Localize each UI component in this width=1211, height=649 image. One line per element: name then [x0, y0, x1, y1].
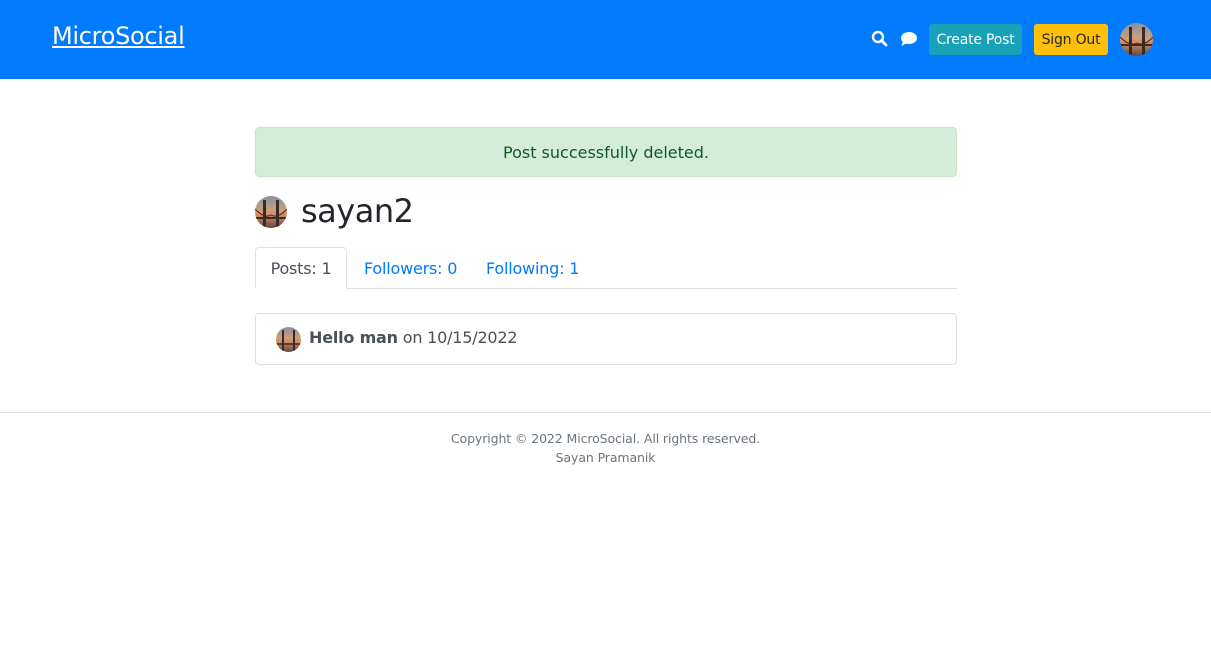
tab-posts[interactable]: Posts: 1 [255, 247, 347, 289]
tab-following[interactable]: Following: 1 [486, 247, 579, 289]
post-text: Hello man on 10/15/2022 [309, 328, 518, 347]
tab-followers[interactable]: Followers: 0 [364, 247, 457, 289]
profile-username: sayan2 [301, 192, 414, 230]
footer-copyright: Copyright © 2022 MicroSocial. All rights… [450, 431, 761, 446]
site-header: MicroSocial Create Post Sign Out [0, 0, 1211, 79]
post-list-item[interactable]: Hello man on 10/15/2022 [255, 313, 957, 365]
post-date: 10/15/2022 [427, 328, 518, 347]
chat-icon[interactable] [900, 31, 918, 51]
alert-message: Post successfully deleted. [502, 142, 709, 162]
user-avatar[interactable] [1120, 23, 1153, 56]
footer-author: Sayan Pramanik [555, 450, 656, 465]
search-icon[interactable] [871, 30, 888, 51]
tabs-divider [255, 288, 957, 289]
profile-avatar [255, 196, 287, 228]
post-date-prefix: on [402, 328, 423, 347]
success-alert: Post successfully deleted. [255, 127, 957, 177]
post-title: Hello man [309, 328, 398, 347]
footer-divider [0, 412, 1211, 413]
brand-link[interactable]: MicroSocial [52, 22, 185, 50]
post-avatar [276, 327, 301, 352]
create-post-button[interactable]: Create Post [929, 24, 1022, 55]
sign-out-button[interactable]: Sign Out [1034, 24, 1108, 55]
